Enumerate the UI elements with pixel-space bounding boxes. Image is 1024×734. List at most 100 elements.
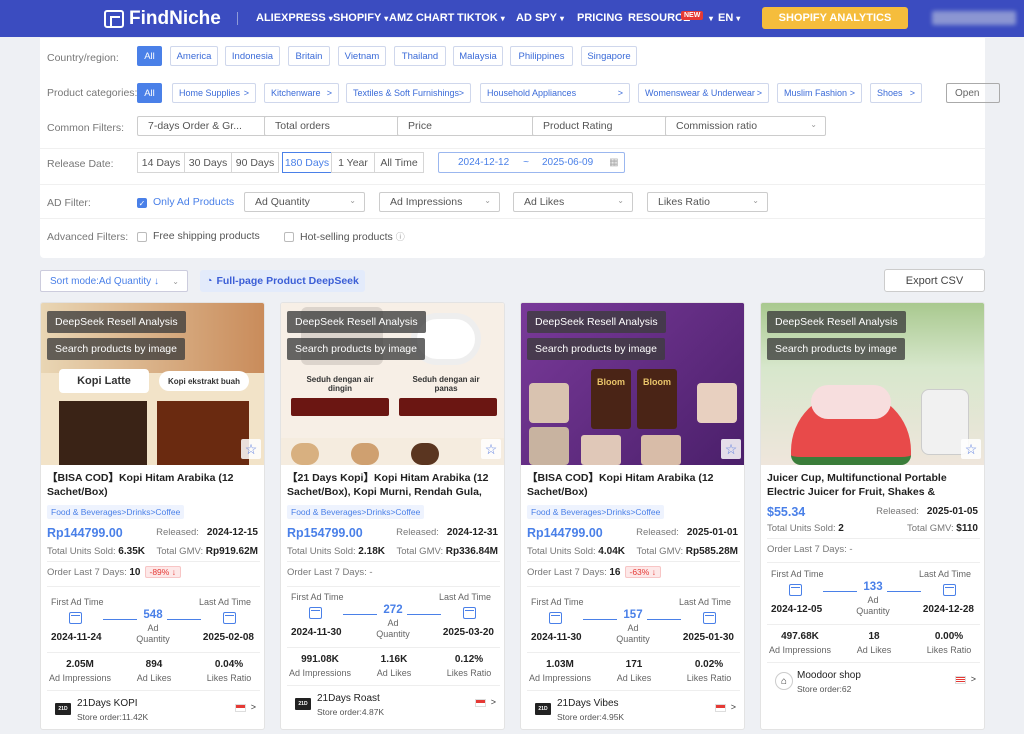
order-change-badge: -63% ↓ [624,566,661,578]
sort-mode-select[interactable]: Sort mode:Ad Quantity ↓ ⌄ [40,270,188,292]
calendar-icon [69,612,82,624]
favorite-star-icon[interactable]: ☆ [241,439,261,459]
free-shipping-checkbox[interactable] [137,232,147,242]
release-180-days[interactable]: 180 Days [282,152,332,173]
store-order: Store order:4.87K [317,707,385,717]
country-vietnam[interactable]: Vietnam [338,46,386,66]
country-thailand[interactable]: Thailand [394,46,446,66]
free-shipping-label[interactable]: Free shipping products [153,230,260,242]
shop-name[interactable]: 21Days Vibes [557,698,619,709]
product-image[interactable]: Seduh dengan air dingin Seduh dengan air… [281,303,504,465]
ad-likes-select[interactable]: Ad Likes ⌄ [513,192,633,212]
product-title[interactable]: Juicer Cup, Multifunctional Portable Ele… [767,471,980,499]
product-title[interactable]: 【21 Days Kopi】Kopi Hitam Arabika (12 Sac… [287,471,500,499]
nav-amz-chart[interactable]: AMZ CHART [389,12,454,24]
category-breadcrumb[interactable]: Food & Beverages>Drinks>Coffee [287,505,425,519]
release-30-days[interactable]: 30 Days [184,152,232,173]
country-malaysia[interactable]: Malaysia [453,46,503,66]
chevron-right-icon[interactable]: > [971,674,976,684]
category-textiles[interactable]: Textiles & Soft Furnishings > [346,83,471,103]
product-title[interactable]: 【BISA COD】Kopi Hitam Arabika (12 Sachet/… [527,471,740,499]
search-by-image-button[interactable]: Search products by image [527,338,665,360]
country-all[interactable]: All [137,46,162,66]
nav-language[interactable]: EN ▾ [718,12,740,24]
nav-shopify[interactable]: SHOPIFY ▾ [333,12,388,24]
logo-icon [104,10,124,28]
nav-aliexpress[interactable]: ALIEXPRESS ▾ [256,12,333,24]
new-badge: NEW [681,11,704,20]
favorite-star-icon[interactable]: ☆ [721,439,741,459]
nav-resource-caret[interactable]: ▾ [706,12,713,24]
release-90-days[interactable]: 90 Days [231,152,279,173]
country-singapore[interactable]: Singapore [581,46,637,66]
export-csv-button[interactable]: Export CSV [884,269,985,292]
hot-selling-checkbox[interactable] [284,232,294,242]
release-14-days[interactable]: 14 Days [137,152,185,173]
chevron-right-icon[interactable]: > [251,702,256,712]
chevron-right-icon[interactable]: > [731,702,736,712]
release-date-label: Release Date: [47,158,114,170]
category-home-supplies[interactable]: Home Supplies > [172,83,256,103]
shop-name[interactable]: 21Days Roast [317,693,380,704]
calendar-icon [223,612,236,624]
category-muslim-fashion[interactable]: Muslim Fashion > [777,83,862,103]
country-philippines[interactable]: Philippines [510,46,573,66]
category-shoes[interactable]: Shoes > [870,83,922,103]
shop-name[interactable]: Moodoor shop [797,670,861,681]
product-image[interactable]: Bloom Bloom DeepSeek Resell Analysis Sea… [521,303,744,465]
product-card[interactable]: Seduh dengan air dingin Seduh dengan air… [280,302,505,730]
hot-selling-label[interactable]: Hot-selling products ⓘ [300,230,405,243]
favorite-star-icon[interactable]: ☆ [961,439,981,459]
country-britain[interactable]: Britain [288,46,330,66]
order-last-7-days: Order Last 7 Days: - [287,567,373,578]
product-image[interactable]: DeepSeek Resell Analysis Search products… [761,303,984,465]
shop-name[interactable]: 21Days KOPI [77,698,138,709]
deepseek-button[interactable]: ◔ Full-page Product DeepSeek [200,270,365,292]
only-ad-products-checkbox[interactable]: ✓ [137,198,147,208]
chevron-right-icon[interactable]: > [491,697,496,707]
user-account[interactable] [932,11,1016,25]
released-date: Released: 2024-12-15 [156,527,258,538]
only-ad-products-label[interactable]: Only Ad Products [153,196,234,208]
last-ad-date: 2025-02-08 [202,632,254,643]
search-by-image-button[interactable]: Search products by image [767,338,905,360]
product-card[interactable]: Kopi Latte Kopi ekstrakt buah DeepSeek R… [40,302,265,730]
product-card[interactable]: DeepSeek Resell Analysis Search products… [760,302,985,730]
categories-label: Product categories: [47,87,138,99]
store-order: Store order:11.42K [77,712,149,722]
ad-impressions-value: 2.05M [66,659,94,670]
findniche-logo[interactable]: FindNiche [104,8,221,30]
product-image[interactable]: Kopi Latte Kopi ekstrakt buah DeepSeek R… [41,303,264,465]
product-title[interactable]: 【BISA COD】Kopi Hitam Arabika (12 Sachet/… [47,471,260,499]
release-all-time[interactable]: All Time [374,152,424,173]
nav-tiktok[interactable]: TIKTOK ▾ [457,12,505,24]
release-1-year[interactable]: 1 Year [331,152,375,173]
shopify-analytics-button[interactable]: SHOPIFY ANALYTICS [762,7,908,29]
open-categories-button[interactable]: Open [946,83,1000,103]
category-breadcrumb[interactable]: Food & Beverages>Drinks>Coffee [47,505,185,519]
favorite-star-icon[interactable]: ☆ [481,439,501,459]
search-by-image-button[interactable]: Search products by image [287,338,425,360]
date-range-picker[interactable]: 2024-12-12 ~ 2025-06-09 ▦ [438,152,625,173]
ad-impressions-select[interactable]: Ad Impressions ⌄ [379,192,500,212]
date-from: 2024-12-12 [458,157,510,168]
category-household-appliances[interactable]: Household Appliances > [480,83,630,103]
likes-ratio-select[interactable]: Likes Ratio ⌄ [647,192,768,212]
deepseek-resell-button[interactable]: DeepSeek Resell Analysis [47,311,186,333]
filter-commission-ratio[interactable]: Commission ratio ⌄ [665,116,826,136]
category-kitchenware[interactable]: Kitchenware > [264,83,339,103]
category-breadcrumb[interactable]: Food & Beverages>Drinks>Coffee [527,505,665,519]
deepseek-resell-button[interactable]: DeepSeek Resell Analysis [527,311,666,333]
category-all[interactable]: All [137,83,162,103]
country-america[interactable]: America [170,46,218,66]
deepseek-resell-button[interactable]: DeepSeek Resell Analysis [767,311,906,333]
country-indonesia[interactable]: Indonesia [225,46,280,66]
nav-ad-spy[interactable]: AD SPY ▾ [516,12,564,24]
usa-flag-icon [955,676,966,684]
ad-quantity-select[interactable]: Ad Quantity ⌄ [244,192,365,212]
category-womenswear[interactable]: Womenswear & Underwear > [638,83,769,103]
nav-pricing[interactable]: PRICING [577,12,623,24]
product-card[interactable]: Bloom Bloom DeepSeek Resell Analysis Sea… [520,302,745,730]
search-by-image-button[interactable]: Search products by image [47,338,185,360]
deepseek-resell-button[interactable]: DeepSeek Resell Analysis [287,311,426,333]
